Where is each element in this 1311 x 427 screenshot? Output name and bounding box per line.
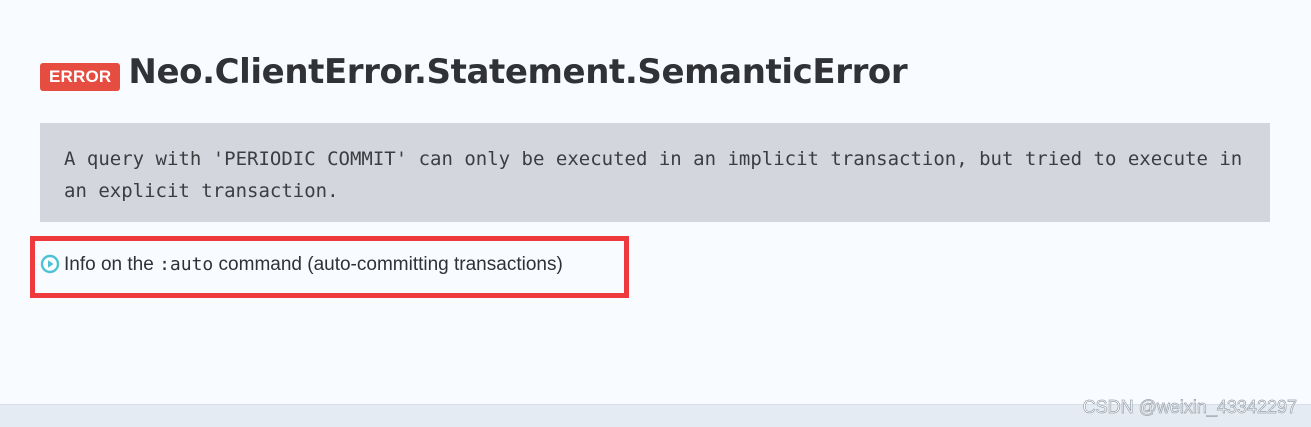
error-badge: ERROR	[40, 63, 121, 91]
info-link-label[interactable]: Info on the :auto command (auto-committi…	[64, 252, 563, 278]
error-message-text: A query with 'PERIODIC COMMIT' can only …	[64, 148, 1243, 202]
error-header: ERROR Neo.ClientError.Statement.Semantic…	[40, 50, 908, 94]
info-link-suffix: command (auto-committing transactions)	[213, 254, 563, 275]
error-code-title: Neo.ClientError.Statement.SemanticError	[128, 52, 908, 92]
watermark: CSDN @weixin_43342297	[1082, 397, 1297, 418]
error-frame: ERROR Neo.ClientError.Statement.Semantic…	[0, 0, 1311, 404]
play-circle-icon[interactable]	[40, 254, 60, 274]
error-message-box: A query with 'PERIODIC COMMIT' can only …	[40, 123, 1270, 222]
info-link-prefix: Info on the	[64, 254, 160, 275]
info-link-command: :auto	[159, 254, 214, 275]
auto-command-info-link[interactable]: Info on the :auto command (auto-committi…	[30, 236, 629, 298]
